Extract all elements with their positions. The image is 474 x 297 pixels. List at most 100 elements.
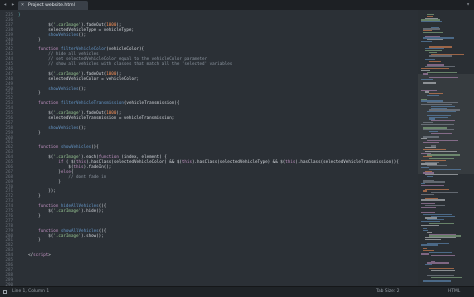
line-number-gutter: 235 236 237 238 239 240 241 242 243 244 245 246 247 2… (0, 10, 15, 287)
code-token: ).hide(); (81, 208, 104, 213)
code-token: // show all vehicles with classes that m… (48, 61, 233, 66)
minimap-line (429, 251, 452, 253)
code-token: } (18, 12, 21, 17)
code-line: // show all vehicles with classes that m… (18, 61, 232, 66)
code-token: showVehicles (48, 124, 79, 130)
minimap-line (431, 120, 455, 122)
minimap-line (431, 269, 455, 271)
minimap-line (427, 154, 460, 156)
minimap-line (421, 138, 427, 140)
minimap-line (431, 255, 455, 257)
minimap-line (425, 188, 450, 190)
minimap-line (423, 73, 429, 75)
minimap-line (423, 190, 428, 192)
code-token: > (48, 252, 51, 258)
code-token: ).fadeIn(); (83, 163, 112, 169)
minimap-line (421, 123, 454, 125)
code-token: showVehicles (48, 85, 79, 91)
code-token: ).hasClass(selectedVehicleTransmission))… (295, 159, 399, 164)
code-token: '.carImage' (53, 232, 82, 238)
code-line: } (18, 213, 41, 218)
code-line: function filterVehicleTransmission(vehic… (18, 100, 179, 105)
minimap-line (427, 165, 447, 167)
code-token: this (181, 159, 192, 164)
code-line: </script> (18, 252, 51, 257)
code-token: showVehicles (48, 31, 79, 37)
tab-bar: ◂ ▸ × Project website.html ▾ (0, 0, 474, 10)
code-token: function (38, 100, 59, 106)
minimap-line (429, 55, 453, 57)
tab-next-icon[interactable]: ▸ (9, 0, 17, 10)
minimap-line (423, 181, 445, 183)
minimap-line (423, 129, 455, 131)
minimap-line (429, 168, 461, 170)
chevron-down-icon[interactable]: ▾ (464, 0, 472, 10)
minimap-line (423, 141, 439, 143)
code-area[interactable]: } $('.carImage').fadeOut(1000); selected… (18, 10, 416, 286)
code-token: (); (78, 85, 87, 91)
code-line: } (18, 237, 41, 242)
code-token: } (18, 178, 61, 184)
code-token: ).hasClass(selectedVehicleType) && $( (192, 159, 286, 164)
minimap-line (427, 95, 440, 97)
editor-window: ◂ ▸ × Project website.html ▾ 235 236 237 23… (0, 0, 474, 297)
status-bar: Line 1, Column 1 Tab Size: 2 HTML (0, 286, 474, 297)
code-line: } (18, 37, 41, 42)
code-token: function (38, 144, 59, 150)
code-token: // dont fade in (68, 173, 107, 179)
minimap-line (421, 194, 435, 196)
minimap-line (431, 132, 453, 134)
minimap-line (421, 244, 439, 246)
minimap-line (421, 167, 430, 169)
minimap-line (425, 264, 432, 266)
minimap-line (431, 276, 462, 278)
code-token: ).show(); (81, 232, 104, 238)
code-token: showVehicles (60, 144, 92, 150)
code-token: '.carImage' (53, 208, 82, 213)
minimap-line (421, 41, 432, 43)
minimap-line (423, 280, 451, 282)
minimap-line (427, 176, 433, 178)
code-token: (){ (91, 144, 99, 150)
code-line: } (18, 130, 41, 135)
minimap-line (421, 199, 446, 201)
minimap-line (423, 32, 444, 34)
minimap-line (421, 224, 439, 226)
code-token: selectedVehicleTransmission = vehicleTra… (18, 114, 175, 120)
minimap-line (429, 77, 459, 79)
code-token: script (33, 252, 49, 258)
minimap-line (421, 253, 429, 255)
minimap-line (431, 192, 458, 194)
code-line: function showVehicles(){ (18, 144, 99, 149)
minimap-line (421, 78, 434, 80)
close-icon[interactable]: × (21, 1, 24, 10)
code-token: } (18, 90, 41, 96)
code-line: } (18, 12, 21, 17)
tab-project-website[interactable]: × Project website.html (18, 1, 88, 10)
code-token: (); (78, 31, 87, 37)
minimap-line (421, 206, 436, 208)
code-line: selectedVehicleTransmission = vehicleTra… (18, 115, 174, 120)
tab-prev-icon[interactable]: ◂ (1, 0, 9, 10)
code-line: } (18, 90, 41, 95)
code-token: (vehicleTransmission){ (123, 100, 180, 106)
tab-title: Project website.html (28, 3, 75, 8)
minimap-line (427, 71, 458, 73)
minimap-line (423, 82, 436, 84)
minimap[interactable] (418, 10, 474, 286)
code-token: } (18, 129, 41, 135)
code-token: filterVehicleTransmission (60, 100, 124, 106)
minimap-line (421, 21, 442, 23)
minimap-line (425, 239, 441, 241)
code-token: this (285, 159, 296, 164)
code-token: (vehicleColor){ (106, 46, 145, 52)
code-token: } (18, 237, 41, 243)
code-token: (); (78, 124, 87, 130)
panel-toggle-icon[interactable] (3, 290, 7, 294)
code-token: } (18, 212, 41, 218)
code-line: } (18, 179, 61, 184)
code-token: this (73, 163, 84, 169)
code-token: </ (18, 252, 34, 258)
